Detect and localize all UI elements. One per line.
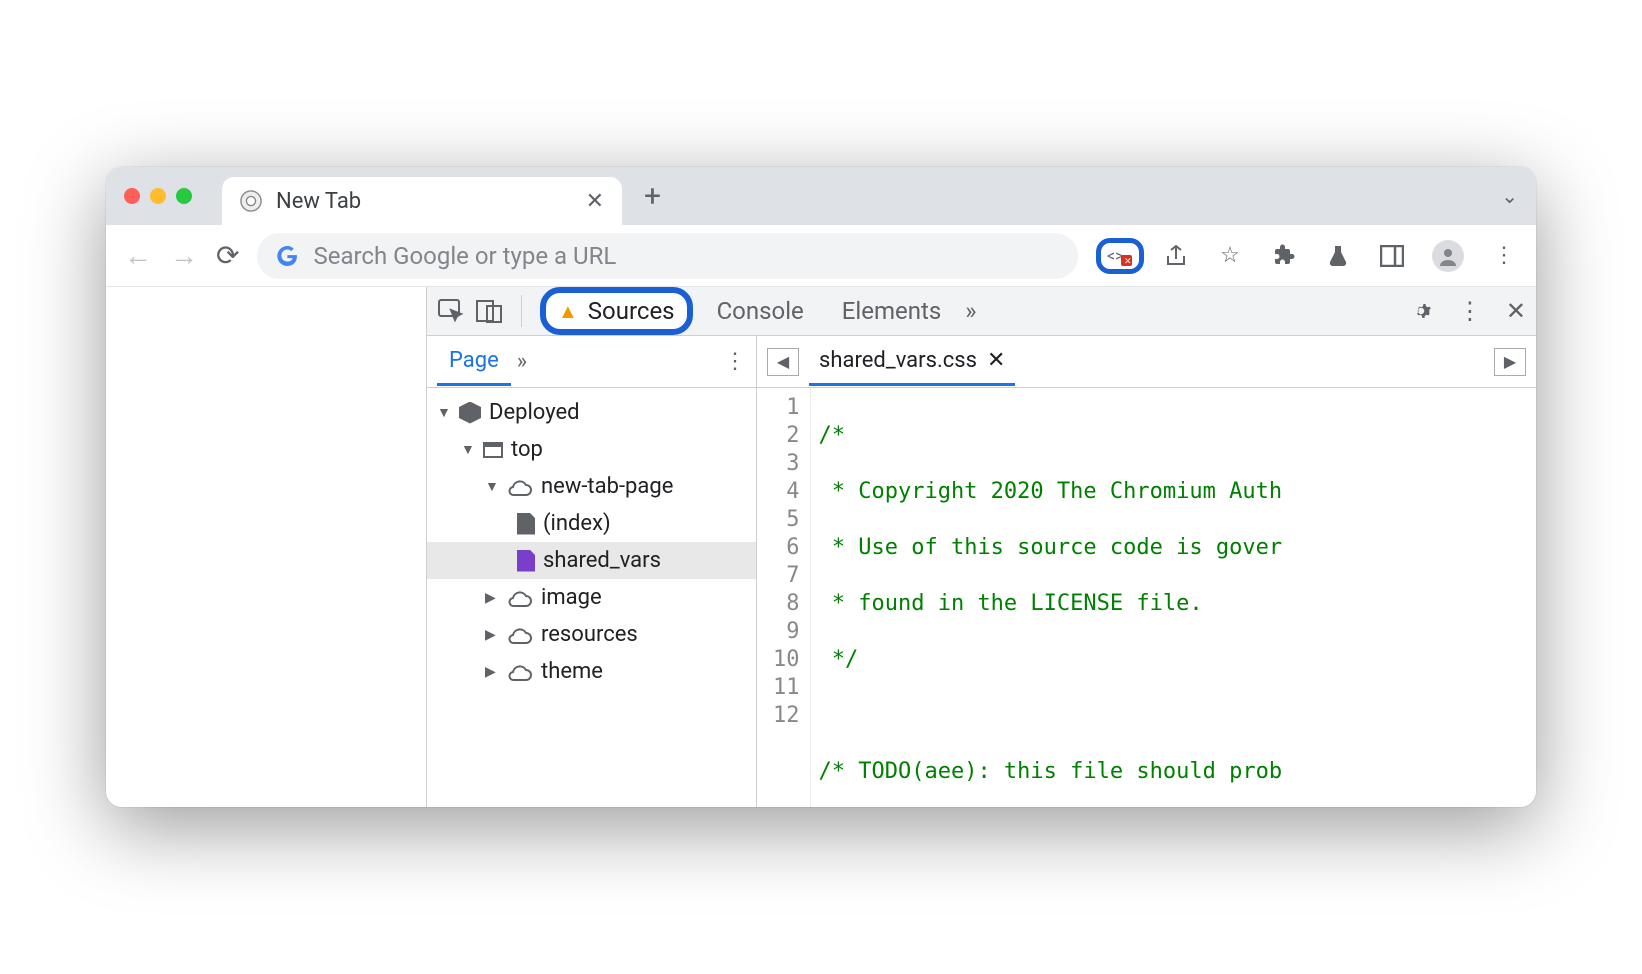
tab-console[interactable]: Console [703,293,818,329]
forward-button[interactable]: → [170,239,198,272]
minimize-window-button[interactable] [150,188,166,204]
maximize-window-button[interactable] [176,188,192,204]
profile-avatar[interactable] [1432,240,1464,272]
google-icon [275,244,299,268]
show-navigator-button[interactable]: ◀ [767,348,799,376]
devtools-tab-bar: ▲ Sources Console Elements » ⋮ ✕ [427,287,1536,336]
tree-node-index[interactable]: (index) [427,505,756,542]
cloud-icon [507,662,533,682]
cloud-icon [507,477,533,497]
navigator-tab-page[interactable]: Page [437,338,511,386]
navigator-tabs: Page » ⋮ [427,336,756,388]
tree-node-deployed[interactable]: ▼ Deployed [427,394,756,431]
frame-icon [483,442,503,458]
close-devtools-button[interactable]: ✕ [1506,297,1526,325]
tree-node-image[interactable]: ▶ image [427,579,756,616]
chrome-menu-button[interactable]: ⋮ [1490,242,1518,270]
devtools-menu-button[interactable]: ⋮ [1458,297,1482,325]
sources-navigator: Page » ⋮ ▼ Deployed ▼ top [427,336,757,807]
chrome-icon [240,190,262,212]
reload-button[interactable]: ⟳ [216,239,239,272]
devtools-panel: ▲ Sources Console Elements » ⋮ ✕ [426,287,1536,807]
editor-tabs: ◀ shared_vars.css ✕ ▶ [757,336,1536,388]
navigator-menu-button[interactable]: ⋮ [724,349,746,374]
code-area[interactable]: 1 2 3 4 5 6 7 8 9 10 11 12 [757,388,1536,807]
device-toolbar-icon[interactable] [475,298,503,324]
bookmark-star-icon[interactable]: ☆ [1216,242,1244,270]
tab-search-button[interactable]: ⌄ [1501,184,1518,208]
new-tab-button[interactable]: + [644,179,661,214]
share-icon[interactable] [1162,242,1190,270]
browser-window: New Tab ✕ + ⌄ ← → ⟳ Search Google or typ… [106,167,1536,807]
toolbar-actions: ☆ ⋮ [1162,240,1518,272]
devtools-error-indicator[interactable]: <>✕ [1096,238,1144,274]
omnibox[interactable]: Search Google or type a URL [257,233,1078,279]
side-panel-icon[interactable] [1378,242,1406,270]
css-file-icon [517,550,535,572]
source-editor: ◀ shared_vars.css ✕ ▶ 1 2 3 4 [757,336,1536,807]
more-tabs-button[interactable]: » [965,297,976,325]
deployed-icon [459,402,481,424]
tab-title: New Tab [276,189,361,214]
window-controls [124,188,192,204]
content-area: ▲ Sources Console Elements » ⋮ ✕ [106,287,1536,807]
toolbar: ← → ⟳ Search Google or type a URL <>✕ ☆ [106,225,1536,287]
close-file-tab-button[interactable]: ✕ [987,348,1005,373]
file-tree: ▼ Deployed ▼ top ▼ new-tab-page [427,388,756,807]
file-icon [517,513,535,535]
svg-text:✕: ✕ [1124,257,1132,267]
show-debugger-button[interactable]: ▶ [1494,348,1526,376]
browser-tab[interactable]: New Tab ✕ [222,177,622,225]
close-tab-button[interactable]: ✕ [586,189,604,214]
tree-node-top[interactable]: ▼ top [427,431,756,468]
inspect-element-icon[interactable] [437,298,465,324]
navigator-more-tabs[interactable]: » [517,349,527,374]
cloud-icon [507,588,533,608]
editor-file-tab[interactable]: shared_vars.css ✕ [809,338,1015,386]
code-content: /* * Copyright 2020 The Chromium Auth * … [811,388,1283,807]
cloud-icon [507,625,533,645]
settings-gear-icon[interactable] [1408,298,1434,324]
tab-sources[interactable]: ▲ Sources [540,287,693,335]
page-viewport [106,287,426,807]
back-button[interactable]: ← [124,239,152,272]
extensions-icon[interactable] [1270,242,1298,270]
warning-icon: ▲ [558,299,578,324]
tab-strip: New Tab ✕ + ⌄ [106,167,1536,225]
tab-elements[interactable]: Elements [828,293,955,329]
line-gutter: 1 2 3 4 5 6 7 8 9 10 11 12 [757,388,811,807]
labs-icon[interactable] [1324,242,1352,270]
close-window-button[interactable] [124,188,140,204]
tree-node-new-tab-page[interactable]: ▼ new-tab-page [427,468,756,505]
tree-node-shared-vars[interactable]: shared_vars [427,542,756,579]
tab-sources-label: Sources [588,297,675,325]
tree-node-theme[interactable]: ▶ theme [427,653,756,690]
omnibox-placeholder: Search Google or type a URL [313,242,616,270]
tree-node-resources[interactable]: ▶ resources [427,616,756,653]
